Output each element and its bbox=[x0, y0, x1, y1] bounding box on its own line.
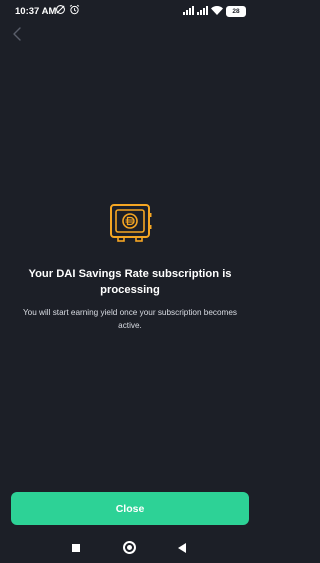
status-right-icons: 28 bbox=[183, 5, 246, 17]
close-button[interactable]: Close bbox=[11, 492, 249, 525]
screen-rotate-icon bbox=[55, 2, 66, 20]
system-nav-bar bbox=[0, 533, 260, 563]
back-button[interactable] bbox=[8, 26, 26, 46]
signal-icon bbox=[183, 2, 194, 20]
back-icon[interactable] bbox=[178, 543, 186, 553]
alarm-clock-icon bbox=[69, 2, 80, 20]
status-bar: 10:37 AM 28 bbox=[0, 0, 260, 24]
wifi-icon bbox=[211, 2, 223, 20]
page-title: Your DAI Savings Rate subscription is pr… bbox=[28, 268, 232, 296]
signal-icon bbox=[197, 2, 208, 20]
home-dot bbox=[127, 545, 132, 550]
recents-icon[interactable] bbox=[72, 544, 80, 552]
status-left-icons bbox=[55, 2, 80, 20]
chevron-left-icon bbox=[12, 26, 22, 46]
home-icon[interactable] bbox=[123, 541, 136, 554]
status-time: 10:37 AM bbox=[15, 6, 57, 17]
page-subtitle: You will start earning yield once your s… bbox=[22, 308, 238, 330]
dai-safe-icon bbox=[109, 203, 152, 243]
battery-icon: 28 bbox=[226, 5, 246, 17]
